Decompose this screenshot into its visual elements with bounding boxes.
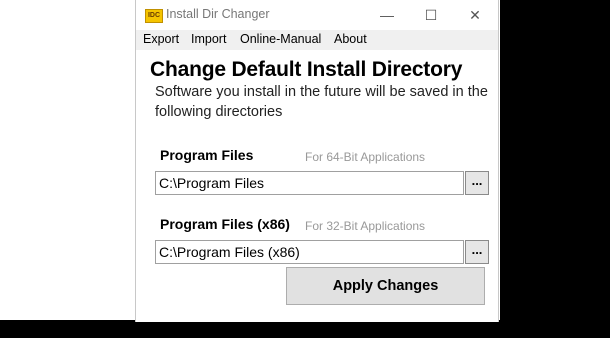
menu-online-manual[interactable]: Online-Manual: [240, 32, 321, 46]
page-description: Software you install in the future will …: [155, 84, 488, 120]
app-icon: IDC: [145, 9, 163, 23]
menu-export[interactable]: Export: [143, 32, 179, 46]
install-dir-changer-window: IDC Install Dir Changer — ☐ ✕ Export Imp…: [135, 0, 499, 322]
program-files-input[interactable]: [155, 171, 464, 195]
menu-import[interactable]: Import: [191, 32, 226, 46]
menu-bar: Export Import Online-Manual About: [136, 30, 498, 50]
minimize-button[interactable]: —: [365, 3, 409, 27]
program-files-x86-hint: For 32-Bit Applications: [305, 219, 426, 233]
dark-backdrop-bottom: [0, 320, 610, 338]
program-files-x86-input[interactable]: [155, 240, 464, 264]
menu-about[interactable]: About: [334, 32, 367, 46]
close-button[interactable]: ✕: [453, 3, 497, 27]
program-files-browse-button[interactable]: ...: [465, 171, 489, 195]
page-title: Change Default Install Directory: [150, 58, 463, 81]
title-bar[interactable]: IDC Install Dir Changer — ☐ ✕: [136, 0, 498, 30]
program-files-label: Program Files: [160, 147, 254, 163]
dark-backdrop-right: [500, 0, 610, 338]
program-files-x86-browse-button[interactable]: ...: [465, 240, 489, 264]
program-files-hint: For 64-Bit Applications: [305, 150, 426, 164]
window-title: Install Dir Changer: [166, 7, 270, 21]
maximize-button[interactable]: ☐: [409, 3, 453, 27]
apply-changes-button[interactable]: Apply Changes: [286, 267, 485, 305]
program-files-x86-label: Program Files (x86): [160, 216, 290, 232]
